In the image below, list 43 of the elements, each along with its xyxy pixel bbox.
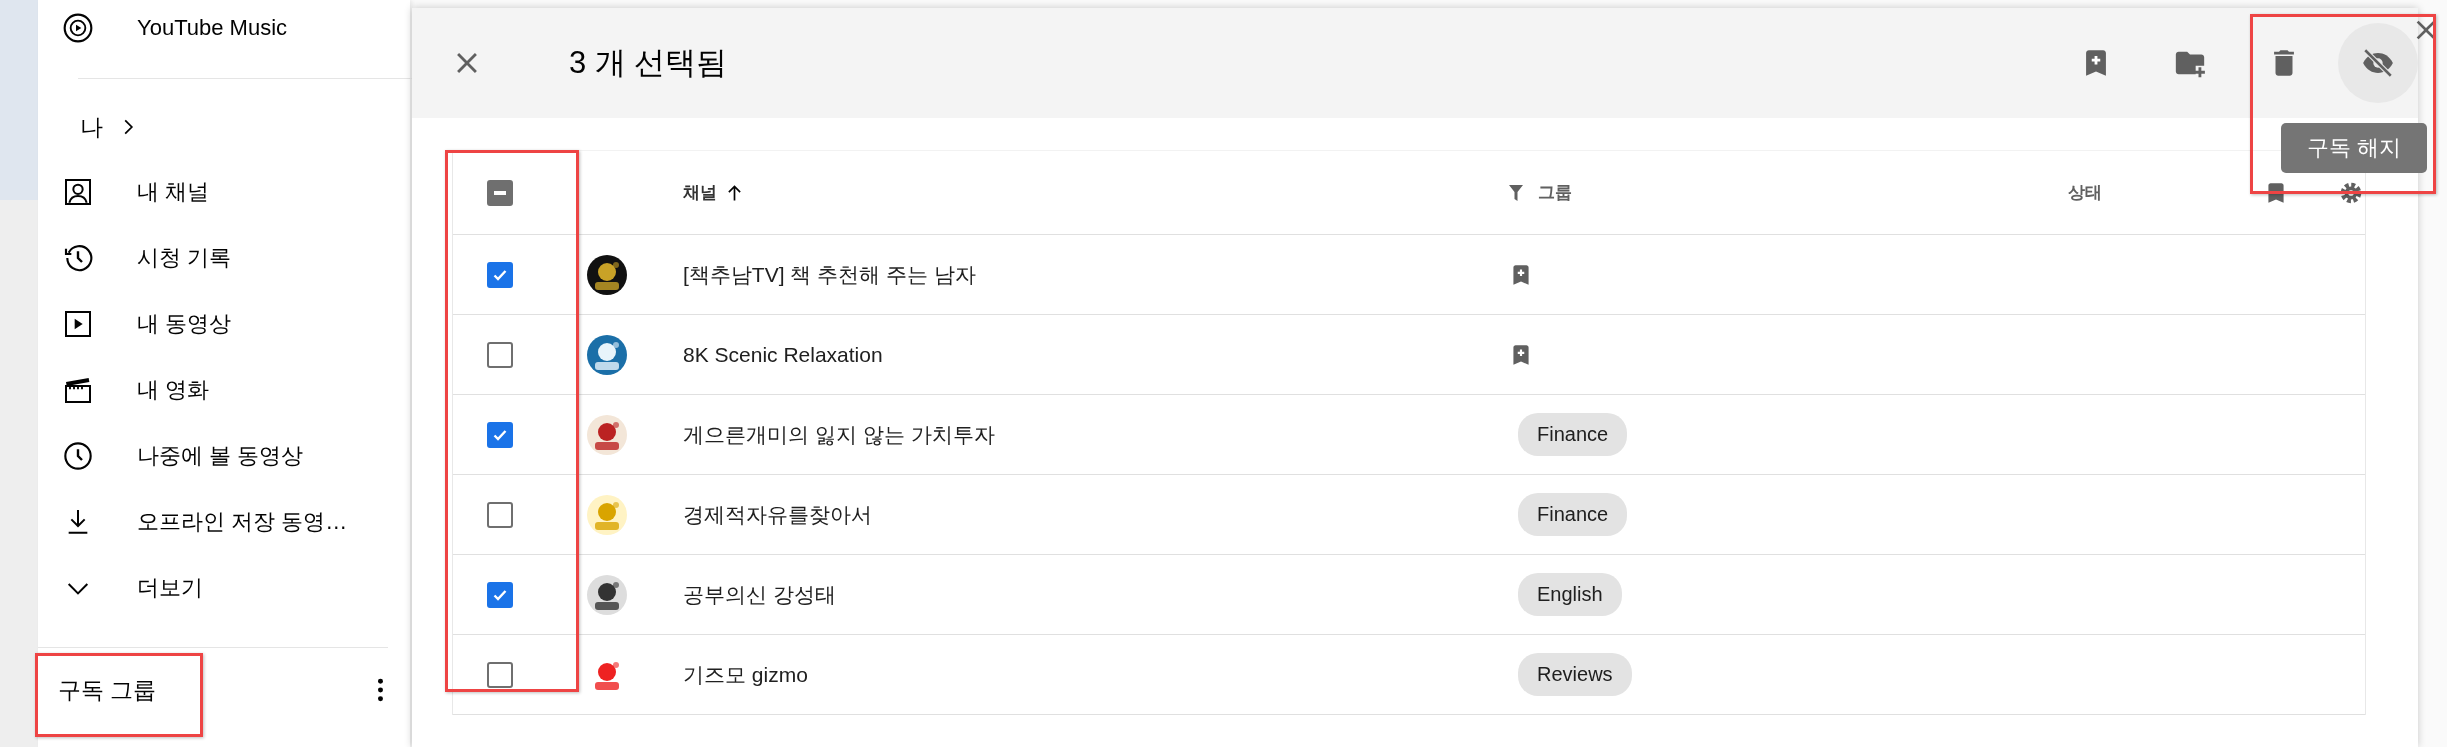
column-header[interactable]: 상태	[2068, 183, 2102, 202]
group-chip[interactable]: English	[1518, 573, 1622, 616]
sidebar-item[interactable]: 나중에 볼 동영상	[137, 441, 304, 471]
sidebar-item[interactable]: 내 채널	[137, 177, 210, 207]
eye-off-icon[interactable]	[2361, 46, 2395, 80]
section-title[interactable]: 나	[80, 111, 103, 143]
select-all-checkbox[interactable]	[487, 179, 513, 206]
row-checkbox[interactable]	[487, 261, 513, 288]
column-header[interactable]: 그룹	[1538, 181, 1572, 204]
row-checkbox[interactable]	[487, 501, 513, 528]
channel-name: [책추남TV] 책 추천해 주는 남자	[683, 261, 976, 288]
more-options-icon[interactable]	[377, 677, 384, 703]
group-chip[interactable]: Reviews	[1518, 653, 1632, 696]
tooltip: 구독 해지	[2281, 123, 2428, 173]
sidebar-item[interactable]: 내 영화	[137, 375, 210, 405]
row-checkbox[interactable]	[487, 341, 513, 368]
column-header[interactable]: 채널	[683, 181, 717, 204]
person-icon	[62, 176, 94, 208]
dialog-title: 3 개 선택됨	[569, 44, 728, 82]
history-icon	[62, 242, 94, 274]
sidebar-item[interactable]: 내 동영상	[137, 309, 232, 339]
sort-arrow-icon[interactable]	[727, 183, 742, 202]
sidebar-item[interactable]: 시청 기록	[137, 243, 232, 273]
minus-icon	[494, 190, 506, 195]
chevron-right-icon	[123, 118, 134, 136]
sidebar-item[interactable]: 더보기	[137, 573, 203, 603]
filter-icon[interactable]	[1508, 183, 1524, 202]
row-checkbox[interactable]	[487, 421, 513, 448]
section-title: 구독 그룹	[58, 675, 157, 705]
sidebar-item[interactable]: 오프라인 저장 동영…	[137, 507, 348, 537]
play-square-icon	[62, 308, 94, 340]
group-chip[interactable]: Finance	[1518, 413, 1628, 456]
channel-name: 8K Scenic Relaxation	[683, 342, 883, 367]
group-chip[interactable]: Finance	[1518, 493, 1628, 536]
sidebar-item[interactable]: YouTube Music	[137, 15, 287, 41]
channel-name: 게으른개미의 잃지 않는 가치투자	[683, 421, 995, 448]
channel-name: 기즈모 gizmo	[683, 661, 808, 688]
play-circle-icon	[62, 12, 94, 44]
row-checkbox[interactable]	[487, 661, 513, 688]
row-checkbox[interactable]	[487, 581, 513, 608]
channel-name: 공부의신 강성태	[683, 581, 836, 608]
channel-name: 경제적자유를찾아서	[683, 501, 872, 528]
clock-icon	[62, 440, 94, 472]
